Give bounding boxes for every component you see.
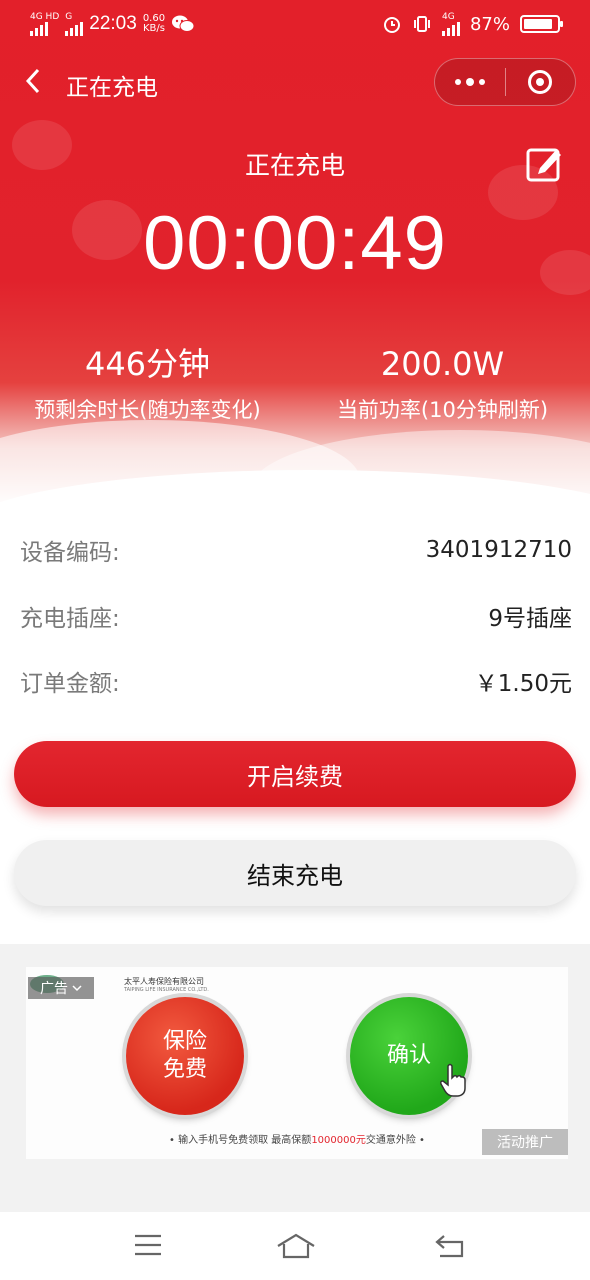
promo-label: 活动推广 — [482, 1129, 568, 1155]
remaining-time-label: 预剩余时长(随功率变化) — [34, 398, 261, 422]
speed-unit: KB/s — [142, 23, 165, 34]
remaining-time-stat: 446分钟 预剩余时长(随功率变化) — [0, 344, 295, 424]
battery-percent: 87% — [469, 13, 510, 35]
close-miniprogram-button[interactable] — [506, 70, 576, 94]
network-label: 4G HD — [30, 11, 60, 22]
charging-header: 4G HD G 22:03 0.60 KB/s 4G 87% 正在充电 正在充电… — [0, 0, 590, 510]
power-label: 当前功率(10分钟刷新) — [336, 398, 549, 422]
ad-banner[interactable]: 太平人寿保险有限公司 TAIPING LIFE INSURANCE CO.,LT… — [26, 967, 568, 1159]
ad-note-amount: 1000000元 — [311, 1135, 366, 1146]
nav-bar: 正在充电 — [0, 56, 590, 108]
device-code-label: 设备编码: — [20, 540, 120, 566]
clock: 22:03 — [89, 13, 137, 34]
alarm-icon — [383, 17, 400, 33]
page-title: 正在充电 — [66, 75, 158, 101]
back-nav-icon[interactable] — [434, 1232, 466, 1260]
miniprogram-capsule — [434, 58, 576, 106]
power-value: 200.0W — [380, 345, 505, 383]
edit-icon[interactable] — [526, 144, 564, 184]
socket-row: 充电插座: 9号插座 — [20, 596, 572, 636]
free-insurance-button[interactable]: 保险 免费 — [126, 997, 244, 1115]
ad-tag-label: 广告 — [40, 981, 68, 997]
signal-icon — [65, 21, 84, 36]
battery-icon — [520, 15, 563, 33]
order-amount-label: 订单金额: — [20, 671, 120, 697]
wechat-icon — [172, 15, 195, 32]
target-icon — [528, 70, 553, 94]
network-label: G — [65, 11, 73, 22]
ad-tag[interactable]: 广告 — [28, 977, 94, 999]
free-insurance-line1: 保险 — [162, 1029, 207, 1054]
charging-status: 正在充电 — [244, 151, 345, 180]
device-code-row: 设备编码: 3401912710 — [20, 530, 572, 570]
system-nav-bar — [0, 1212, 590, 1280]
vibrate-icon — [413, 16, 430, 32]
ad-note-suffix: 交通意外险 • — [365, 1135, 425, 1146]
free-insurance-line2: 免费 — [162, 1057, 207, 1082]
home-icon[interactable] — [276, 1232, 316, 1260]
charging-timer: 00:00:49 — [143, 201, 447, 286]
order-amount-row: 订单金额: ￥1.50元 — [20, 661, 572, 701]
network-speed: 0.60 KB/s — [143, 14, 165, 34]
power-stat: 200.0W 当前功率(10分钟刷新) — [295, 344, 590, 424]
ad-section: 太平人寿保险有限公司 TAIPING LIFE INSURANCE CO.,LT… — [0, 944, 590, 1212]
socket-label: 充电插座: — [20, 606, 120, 632]
back-button[interactable] — [22, 66, 42, 102]
battery-fill — [524, 19, 552, 29]
socket-value: 9号插座 — [488, 606, 572, 632]
signal-icon — [30, 21, 48, 36]
remaining-time-value: 446分钟 — [84, 345, 211, 383]
chevron-down-icon — [72, 985, 82, 992]
ad-company-name: 太平人寿保险有限公司 — [124, 977, 204, 986]
pointer-hand-icon — [440, 1063, 466, 1097]
more-button[interactable] — [435, 77, 505, 86]
network-label: 4G — [441, 11, 455, 22]
signal-icon — [441, 21, 460, 36]
menu-icon[interactable] — [133, 1232, 163, 1258]
chevron-left-icon — [25, 68, 40, 94]
device-code-value: 3401912710 — [425, 537, 572, 563]
end-charging-button[interactable]: 结束充电 — [14, 840, 576, 906]
order-amount-value: ￥1.50元 — [474, 671, 572, 697]
renew-button[interactable]: 开启续费 — [14, 741, 576, 807]
ad-note-prefix: • 输入手机号免费领取 最高保额 — [169, 1135, 312, 1146]
ad-company-name-en: TAIPING LIFE INSURANCE CO.,LTD. — [124, 987, 209, 993]
status-bar: 4G HD G 22:03 0.60 KB/s 4G 87% — [0, 0, 590, 48]
